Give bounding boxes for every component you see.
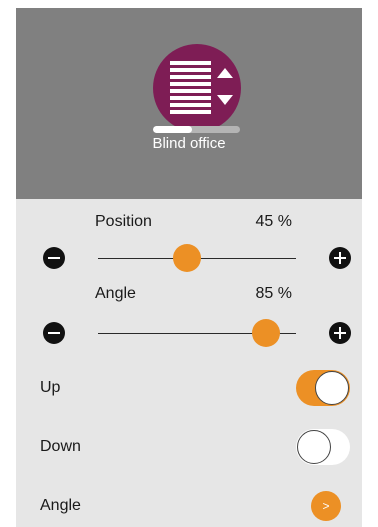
angle-increase-button[interactable]: [329, 322, 351, 344]
up-label: Up: [40, 379, 61, 396]
level-indicator-fill: [153, 126, 193, 133]
angle-slider-thumb[interactable]: [252, 319, 281, 347]
level-indicator: [153, 126, 240, 133]
controls-body: Position 45 % Angle 85 % Up Down Angle >: [16, 199, 362, 527]
position-slider-thumb[interactable]: [173, 244, 202, 272]
device-name: Blind office: [152, 135, 226, 152]
position-label: Position: [95, 213, 152, 230]
blind-control-panel: Blind office Position 45 % Angle 85 % Up…: [16, 8, 362, 527]
angle-label: Angle: [95, 285, 136, 302]
device-header: Blind office: [16, 8, 362, 199]
angle-value: 85 %: [255, 285, 292, 302]
angle-decrease-button[interactable]: [43, 322, 65, 344]
up-toggle-knob: [315, 371, 349, 405]
up-toggle[interactable]: [296, 370, 350, 406]
down-label: Down: [40, 438, 81, 455]
position-value: 45 %: [255, 213, 292, 230]
down-toggle-knob: [297, 430, 331, 464]
window-blind-icon[interactable]: [153, 44, 241, 132]
down-toggle[interactable]: [296, 429, 350, 465]
angle-nav-label: Angle: [40, 497, 81, 514]
position-decrease-button[interactable]: [43, 247, 65, 269]
angle-nav-button[interactable]: >: [311, 491, 341, 521]
position-increase-button[interactable]: [329, 247, 351, 269]
